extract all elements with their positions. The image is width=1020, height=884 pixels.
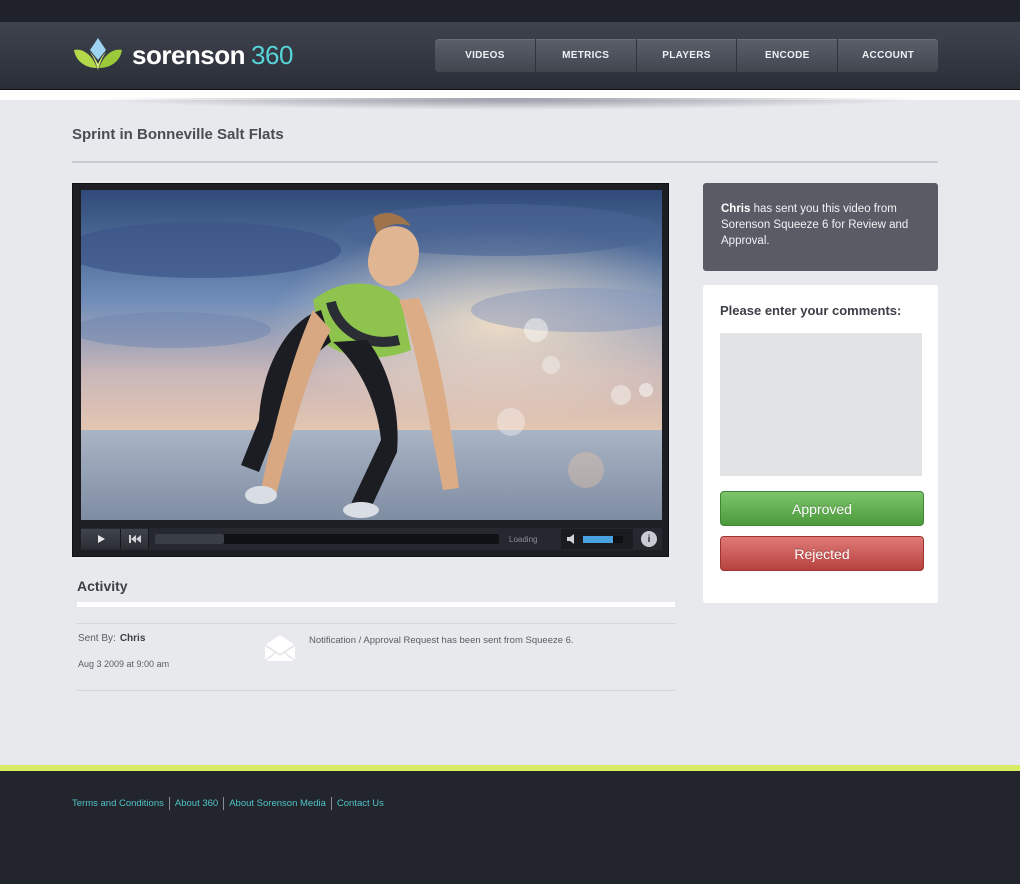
video-thumbnail (81, 190, 662, 520)
video-frame[interactable] (81, 190, 662, 520)
lotus-logo-icon (74, 38, 122, 70)
approve-button[interactable]: Approved (720, 491, 924, 526)
nav-encode[interactable]: ENCODE (737, 39, 839, 72)
main-content: Sprint in Bonneville Salt Flats Loading … (0, 100, 1020, 765)
review-notice: Chris has sent you this video from Soren… (703, 183, 938, 271)
skip-back-icon (128, 535, 141, 543)
nav-videos[interactable]: VIDEOS (435, 39, 536, 72)
page-title: Sprint in Bonneville Salt Flats (72, 126, 284, 143)
activity-divider (77, 602, 675, 607)
footer-separator (168, 797, 170, 810)
top-strip (0, 0, 1020, 22)
activity-message: Notification / Approval Request has been… (309, 635, 574, 646)
speaker-icon (567, 534, 574, 544)
title-divider (72, 161, 938, 163)
sent-date: Aug 3 2009 at 9:00 am (78, 659, 170, 669)
notice-message: has sent you this video from Sorenson Sq… (721, 203, 909, 247)
progress-bar[interactable] (155, 534, 499, 544)
sent-by-name: Chris (119, 633, 146, 644)
volume-control[interactable] (561, 529, 633, 549)
site-footer: Terms and Conditions About 360 About Sor… (0, 771, 1020, 884)
reject-button[interactable]: Rejected (720, 536, 924, 571)
logo[interactable]: sorenson 360 (72, 36, 293, 74)
footer-link-about-sorenson[interactable]: About Sorenson Media (229, 798, 326, 809)
nav-players[interactable]: PLAYERS (637, 39, 738, 72)
brand-name: sorenson 360 (132, 40, 293, 71)
player-controls: Loading i (81, 528, 662, 550)
footer-link-contact[interactable]: Contact Us (337, 798, 384, 809)
activity-heading: Activity (77, 578, 128, 594)
nav-account[interactable]: ACCOUNT (838, 39, 938, 72)
brand-wordmark: sorenson (132, 39, 246, 70)
main-nav: VIDEOS METRICS PLAYERS ENCODE ACCOUNT (435, 39, 938, 72)
brand-number: 360 (251, 39, 293, 70)
comments-label: Please enter your comments: (720, 303, 902, 318)
envelope-icon (264, 635, 296, 662)
play-button[interactable] (81, 529, 121, 549)
header-shadow (90, 98, 930, 110)
site-header: sorenson 360 VIDEOS METRICS PLAYERS ENCOD… (0, 22, 1020, 90)
footer-separator (223, 797, 225, 810)
rewind-button[interactable] (121, 529, 149, 549)
comments-panel: Please enter your comments: Approved Rej… (703, 285, 938, 603)
info-button[interactable]: i (641, 531, 657, 547)
notice-sender: Chris (721, 203, 751, 215)
nav-metrics[interactable]: METRICS (536, 39, 637, 72)
activity-row-bottom-border (77, 690, 675, 691)
footer-link-terms[interactable]: Terms and Conditions (72, 798, 164, 809)
footer-link-about-360[interactable]: About 360 (175, 798, 218, 809)
play-icon (97, 535, 105, 543)
footer-links: Terms and Conditions About 360 About Sor… (72, 797, 384, 810)
sent-by: Sent By: Chris (78, 633, 145, 644)
volume-level (583, 535, 613, 543)
volume-slider[interactable] (583, 535, 623, 543)
progress-fill (155, 534, 224, 544)
video-player: Loading i (72, 183, 669, 557)
activity-row-top-border (77, 623, 675, 624)
sent-by-label: Sent By: (78, 633, 116, 644)
comments-textarea[interactable] (720, 333, 922, 476)
loading-status: Loading (509, 534, 538, 544)
footer-separator (330, 797, 332, 810)
